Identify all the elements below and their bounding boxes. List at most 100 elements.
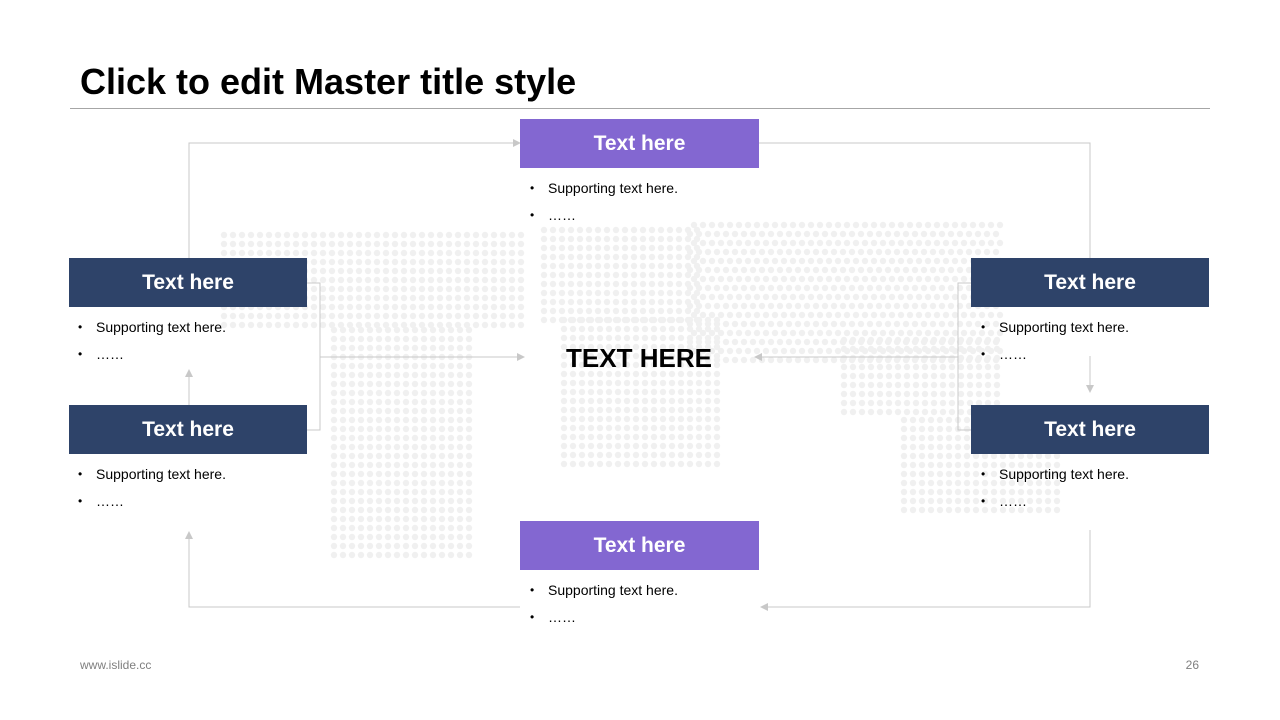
bullet-item: …… <box>530 205 678 232</box>
map-dot <box>978 239 986 247</box>
map-dot <box>731 284 739 292</box>
map-dot <box>391 276 399 284</box>
map-dot <box>825 293 833 301</box>
map-dot <box>337 276 345 284</box>
map-dot <box>328 267 336 275</box>
map-dot <box>771 311 779 319</box>
node-right-upper-bullets: Supporting text here. …… <box>981 317 1129 371</box>
map-dot <box>420 497 428 505</box>
map-dot <box>578 442 586 450</box>
map-dot <box>894 363 902 371</box>
map-dot <box>472 276 480 284</box>
map-dot <box>965 248 973 256</box>
map-dot <box>731 266 739 274</box>
map-dot <box>708 239 716 247</box>
map-dot <box>465 551 473 559</box>
map-dot <box>930 399 938 407</box>
map-dot <box>328 294 336 302</box>
connector-top-to-right <box>758 142 1091 258</box>
map-dot <box>857 266 865 274</box>
map-dot <box>903 408 911 416</box>
map-dot <box>870 221 878 229</box>
map-dot <box>963 443 971 451</box>
map-dot <box>429 407 437 415</box>
bullet-item: Supporting text here. <box>981 317 1129 344</box>
map-dot <box>465 470 473 478</box>
map-dot <box>429 398 437 406</box>
map-dot <box>375 344 383 352</box>
map-dot <box>906 329 914 337</box>
map-dot <box>366 425 374 433</box>
map-dot <box>650 433 658 441</box>
map-dot <box>393 551 401 559</box>
map-dot <box>798 221 806 229</box>
map-dot <box>921 372 929 380</box>
map-dot <box>957 336 965 344</box>
map-dot <box>517 321 525 329</box>
map-dot <box>283 312 291 320</box>
map-dot <box>945 416 953 424</box>
map-dot <box>517 267 525 275</box>
map-dot <box>560 442 568 450</box>
map-dot <box>888 329 896 337</box>
map-dot <box>339 551 347 559</box>
map-dot <box>375 407 383 415</box>
map-dot <box>612 235 620 243</box>
map-dot <box>803 248 811 256</box>
map-dot <box>465 461 473 469</box>
map-dot <box>900 443 908 451</box>
map-dot <box>677 388 685 396</box>
map-dot <box>686 230 694 238</box>
map-dot <box>594 244 602 252</box>
map-dot <box>594 271 602 279</box>
map-dot <box>668 325 676 333</box>
map-dot <box>713 248 721 256</box>
map-dot <box>339 488 347 496</box>
map-dot <box>843 257 851 265</box>
map-dot <box>708 329 716 337</box>
page-title: Click to edit Master title style <box>80 61 577 102</box>
map-dot <box>929 230 937 238</box>
map-dot <box>375 398 383 406</box>
map-dot <box>411 344 419 352</box>
map-dot <box>357 398 365 406</box>
map-dot <box>632 388 640 396</box>
map-dot <box>463 285 471 293</box>
map-dot <box>848 320 856 328</box>
map-dot <box>400 240 408 248</box>
map-dot <box>909 416 917 424</box>
map-dot <box>463 294 471 302</box>
map-dot <box>508 267 516 275</box>
map-dot <box>704 230 712 238</box>
map-dot <box>713 433 721 441</box>
map-dot <box>402 488 410 496</box>
map-dot <box>499 267 507 275</box>
map-dot <box>639 298 647 306</box>
map-dot <box>876 390 884 398</box>
map-dot <box>402 497 410 505</box>
map-dot <box>902 266 910 274</box>
map-dot <box>436 276 444 284</box>
map-dot <box>438 335 446 343</box>
map-dot <box>465 407 473 415</box>
map-dot <box>508 303 516 311</box>
map-dot <box>357 407 365 415</box>
map-dot <box>879 239 887 247</box>
map-dot <box>780 257 788 265</box>
map-dot <box>749 266 757 274</box>
map-dot <box>465 425 473 433</box>
map-dot <box>481 276 489 284</box>
map-dot <box>229 249 237 257</box>
map-dot <box>659 433 667 441</box>
map-dot <box>903 345 911 353</box>
map-dot <box>391 258 399 266</box>
map-dot <box>456 407 464 415</box>
map-dot <box>220 240 228 248</box>
map-dot <box>695 451 703 459</box>
map-dot <box>420 479 428 487</box>
map-dot <box>857 230 865 238</box>
map-dot <box>657 280 665 288</box>
map-dot <box>984 372 992 380</box>
map-dot <box>391 312 399 320</box>
map-dot <box>560 388 568 396</box>
